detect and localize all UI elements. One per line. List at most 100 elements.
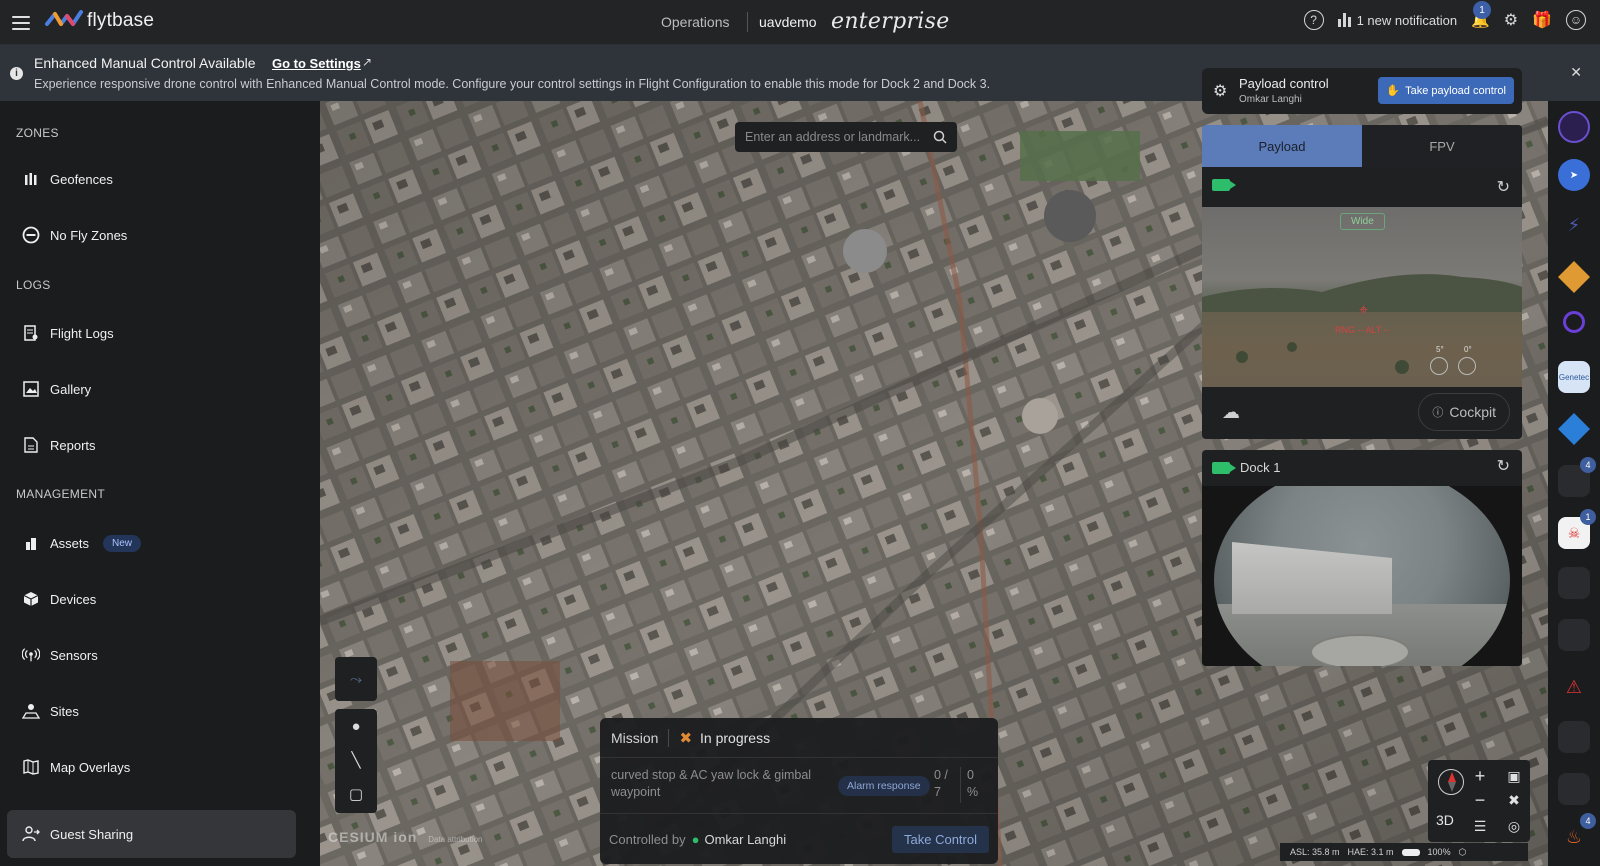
rail-app-grid-2[interactable] (1558, 567, 1590, 599)
layers-icon[interactable]: ☰ (1468, 814, 1492, 838)
logo[interactable]: flytbase (45, 10, 154, 32)
rail-app-ring[interactable] (1563, 311, 1585, 333)
sidebar-item-geofences[interactable]: Geofences (7, 155, 296, 203)
external-link-icon[interactable]: ↗ (362, 55, 372, 69)
sidebar-item-devices[interactable]: Devices (7, 575, 296, 623)
rail-app-grid-4[interactable] (1558, 721, 1590, 753)
pin-icon[interactable]: ● (335, 709, 377, 743)
refresh-icon[interactable]: ↻ (1497, 456, 1510, 476)
rail-app-grid-3[interactable] (1558, 619, 1590, 651)
take-payload-control-button[interactable]: ✋ Take payload control (1378, 77, 1514, 104)
controlled-by-label: Controlled by (609, 831, 686, 847)
drone-path-icon[interactable]: ⤳ (335, 657, 377, 701)
rail-app-purple[interactable] (1558, 111, 1590, 143)
rail-app-diamond[interactable] (1558, 413, 1590, 445)
image-icon (22, 380, 40, 398)
rail-app-grid-5[interactable] (1558, 773, 1590, 805)
drone-status-icon: ⬡ (1458, 846, 1467, 857)
crop-icon[interactable]: ▢ (335, 777, 377, 811)
sidebar-item-label: No Fly Zones (50, 227, 128, 243)
cesium-logo[interactable]: CESIUM ion Data attribution (328, 829, 483, 845)
bell-icon[interactable]: 🔔 1 (1471, 1, 1492, 29)
refresh-icon[interactable]: ↻ (1497, 177, 1510, 197)
new-badge: New (103, 534, 142, 552)
close-icon[interactable]: ✕ (1570, 64, 1582, 81)
weather-icon[interactable]: ☁ (1222, 402, 1240, 423)
sidebar-item-sites[interactable]: Sites (7, 687, 296, 735)
zoom-in-icon[interactable]: + (1468, 764, 1492, 788)
mission-status: ✖ In progress (679, 729, 770, 747)
operations-link[interactable]: Operations (661, 14, 729, 30)
rail-app-orange[interactable] (1558, 261, 1590, 293)
asset-icon (22, 534, 40, 552)
sidebar-item-assets[interactable]: Assets New (7, 519, 296, 567)
take-control-button[interactable]: Take Control (892, 825, 989, 853)
rail-app-grid-1[interactable]: 4 (1558, 457, 1596, 497)
sidebar-item-label: Devices (50, 591, 97, 607)
sidebar-item-no-fly-zones[interactable]: No Fly Zones (7, 211, 296, 259)
crosshair-icon: ⌖ (1359, 302, 1369, 319)
payload-video-feed[interactable]: Wide ⌖ RNG -- ALT -- 5° 0° (1202, 207, 1522, 387)
rail-app-alarm[interactable]: ☠ 1 (1558, 509, 1596, 549)
sidebar-item-label: Reports (50, 437, 96, 453)
banner-title: Enhanced Manual Control Available (34, 55, 256, 71)
hand-icon: ✋ (1386, 85, 1401, 97)
video-camera-icon (1212, 462, 1236, 474)
percent-sign: % (967, 785, 979, 799)
broadcast-icon (22, 646, 40, 664)
rail-app-genetec[interactable]: Genetec (1558, 361, 1590, 393)
search-placeholder: Enter an address or landmark... (745, 130, 921, 144)
rail-badge: 4 (1580, 457, 1596, 473)
expand-icon[interactable]: ✖ (1502, 788, 1526, 812)
sidebar-item-flight-logs[interactable]: Flight Logs (7, 309, 296, 357)
dock-video-feed[interactable] (1202, 486, 1522, 666)
sidebar-item-label: Sensors (50, 647, 98, 663)
cockpit-button[interactable]: ⓘ Cockpit (1418, 393, 1510, 431)
sidebar-item-guest-sharing[interactable]: Guest Sharing (7, 810, 296, 858)
3d-toggle-button[interactable]: 3D (1436, 812, 1454, 828)
go-to-settings-link[interactable]: Go to Settings (272, 56, 361, 71)
rail-app-send[interactable]: ➤ (1558, 159, 1590, 191)
cesium-ion-text: ion (393, 829, 418, 845)
line-tool-icon[interactable]: ╲ (335, 743, 377, 777)
progress-total: 7 (934, 785, 941, 799)
org-name[interactable]: uavdemo (759, 14, 817, 30)
sidebar-item-label: Assets (50, 535, 90, 551)
rail-badge: 4 (1580, 813, 1596, 829)
draw-tools: ● ╲ ▢ (335, 709, 377, 813)
data-attribution-link[interactable]: Data attribution (428, 835, 482, 844)
rail-app-lightning[interactable]: ⚡ (1558, 209, 1590, 241)
flytbase-logo-icon (45, 10, 83, 26)
fire-icon[interactable]: ♨ 4 (1558, 813, 1596, 853)
bar-chart-icon (1337, 13, 1351, 27)
search-icon[interactable] (933, 130, 947, 144)
notification-summary[interactable]: 1 new notification (1337, 13, 1457, 28)
gift-icon[interactable]: 🎁 (1532, 10, 1552, 30)
dock-hatch (1310, 634, 1410, 666)
drone-tool[interactable]: ⤳ (335, 657, 377, 701)
account-icon[interactable]: ☺ (1566, 10, 1586, 30)
help-icon[interactable]: ? (1303, 10, 1324, 30)
menu-icon[interactable] (12, 16, 30, 30)
sidebar-item-sensors[interactable]: Sensors (7, 631, 296, 679)
gear-icon[interactable]: ⚙ (1504, 10, 1518, 30)
siren-icon[interactable]: ⚠ (1558, 671, 1590, 703)
compass-icon[interactable] (1438, 769, 1464, 795)
gimbal-angle-2: 0° (1464, 345, 1472, 354)
sidebar-item-map-overlays[interactable]: Map Overlays (7, 743, 296, 791)
cube-view-icon[interactable]: ▣ (1502, 764, 1526, 788)
tab-payload[interactable]: Payload (1202, 125, 1362, 167)
locate-icon[interactable]: ◎ (1502, 814, 1526, 838)
sidebar-item-label: Geofences (50, 171, 113, 187)
sidebar-item-reports[interactable]: Reports (7, 421, 296, 469)
sidebar-item-gallery[interactable]: Gallery (7, 365, 296, 413)
take-payload-control-label: Take payload control (1405, 84, 1506, 97)
info-icon: i (10, 67, 23, 80)
tab-fpv[interactable]: FPV (1362, 125, 1522, 167)
wide-lens-tag[interactable]: Wide (1340, 213, 1385, 230)
zoom-out-icon[interactable]: − (1468, 788, 1492, 812)
battery-icon (1401, 848, 1420, 856)
address-search-input[interactable]: Enter an address or landmark... (735, 122, 957, 152)
payload-camera-panel: Payload FPV ↻ Wide ⌖ RNG -- ALT -- 5° 0°… (1202, 125, 1522, 439)
rail-badge: 1 (1580, 509, 1596, 525)
